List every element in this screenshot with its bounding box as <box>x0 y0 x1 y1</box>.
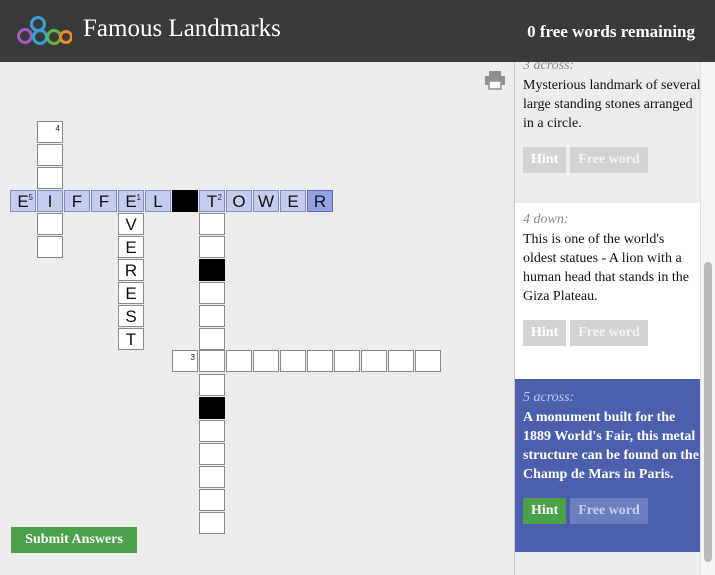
crossword-cell[interactable] <box>226 350 252 372</box>
clue-text: A monument built for the 1889 World's Fa… <box>523 410 699 482</box>
clue-number: 2 <box>217 193 222 202</box>
free-word-button[interactable]: Free word <box>570 498 648 524</box>
hint-button[interactable]: Hint <box>523 147 567 173</box>
clue-panel: 3 across: Mysterious landmark of several… <box>514 62 715 575</box>
crossword-cell[interactable] <box>415 350 441 372</box>
clue-number: 1 <box>136 193 141 202</box>
print-icon[interactable] <box>484 70 506 90</box>
crossword-cell[interactable]: E <box>118 282 144 304</box>
clue-text: Mysterious landmark of several large sta… <box>523 78 701 131</box>
crossword-cell[interactable]: S <box>118 305 144 327</box>
blocked-cell <box>172 190 198 212</box>
submit-answers-button[interactable]: Submit Answers <box>11 527 137 553</box>
cell-letter: S <box>125 307 137 326</box>
crossword-cell[interactable]: E5 <box>10 190 36 212</box>
logo-icon <box>17 16 72 45</box>
free-word-button[interactable]: Free word <box>570 320 648 346</box>
crossword-cell[interactable] <box>280 350 306 372</box>
clue-number: 4 <box>55 124 60 133</box>
crossword-cell[interactable]: E1 <box>118 190 144 212</box>
crossword-cell[interactable] <box>37 144 63 166</box>
cell-letter: T <box>125 330 137 349</box>
crossword-cell[interactable] <box>253 350 279 372</box>
crossword-cell-active[interactable]: R <box>307 190 333 212</box>
crossword-cell[interactable]: E <box>118 236 144 258</box>
crossword-board <box>0 62 514 575</box>
blocked-cell <box>199 259 225 281</box>
crossword-cell[interactable]: L <box>145 190 171 212</box>
crossword-cell[interactable]: 3 <box>172 350 198 372</box>
crossword-cell[interactable]: O <box>226 190 252 212</box>
cell-letter: R <box>313 192 327 211</box>
cell-letter: V <box>125 215 137 234</box>
crossword-cell[interactable] <box>199 213 225 235</box>
crossword-cell[interactable] <box>199 443 225 465</box>
cell-letter: T <box>206 192 218 211</box>
cell-letter: F <box>71 192 83 211</box>
blocked-cell <box>199 397 225 419</box>
crossword-cell[interactable] <box>37 213 63 235</box>
crossword-cell[interactable] <box>199 420 225 442</box>
clue-3-across[interactable]: 3 across: Mysterious landmark of several… <box>515 62 701 203</box>
scroll-thumb[interactable] <box>704 262 712 562</box>
crossword-cell[interactable] <box>199 282 225 304</box>
crossword-cell[interactable]: 4 <box>37 121 63 143</box>
crossword-cell[interactable]: F <box>64 190 90 212</box>
clue-label: 4 down: <box>523 212 569 227</box>
clue-scrollbar[interactable] <box>700 62 715 575</box>
crossword-cell[interactable]: E <box>280 190 306 212</box>
crossword-cell[interactable] <box>361 350 387 372</box>
crossword-cell[interactable] <box>37 236 63 258</box>
crossword-cell[interactable] <box>199 374 225 396</box>
cell-letter: E <box>125 284 137 303</box>
crossword-cell[interactable] <box>199 489 225 511</box>
free-words-counter: 0 free words remaining <box>527 22 695 41</box>
clue-number: 3 <box>190 353 195 362</box>
crossword-cell[interactable]: W <box>253 190 279 212</box>
crossword-cell[interactable] <box>388 350 414 372</box>
cell-letter: F <box>98 192 110 211</box>
crossword-cell[interactable] <box>199 305 225 327</box>
crossword-cell[interactable] <box>199 512 225 534</box>
clue-number: 5 <box>28 193 33 202</box>
cell-letter: I <box>47 192 53 211</box>
cell-letter: E <box>17 192 29 211</box>
crossword-cell[interactable] <box>199 350 225 372</box>
cell-letter: L <box>153 192 163 211</box>
crossword-cell[interactable] <box>199 328 225 350</box>
crossword-cell[interactable] <box>199 466 225 488</box>
crossword-cell[interactable] <box>334 350 360 372</box>
clue-4-down[interactable]: 4 down: This is one of the world's oldes… <box>515 203 701 379</box>
clue-text: This is one of the world's oldest statue… <box>523 232 690 304</box>
crossword-cell[interactable]: I <box>37 190 63 212</box>
crossword-cell[interactable]: F <box>91 190 117 212</box>
crossword-cell[interactable] <box>37 167 63 189</box>
cell-letter: R <box>124 261 138 280</box>
cell-letter: E <box>125 238 137 257</box>
crossword-cell[interactable] <box>307 350 333 372</box>
clue-label: 5 across: <box>523 390 575 405</box>
crossword-cell[interactable] <box>199 236 225 258</box>
clue-5-across[interactable]: 5 across: A monument built for the 1889 … <box>515 379 701 552</box>
cell-letter: O <box>232 192 246 211</box>
crossword-cell[interactable]: R <box>118 259 144 281</box>
cell-letter: E <box>287 192 299 211</box>
crossword-cell[interactable]: T2 <box>199 190 225 212</box>
hint-button[interactable]: Hint <box>523 320 567 346</box>
app-header: Famous Landmarks 0 free words remaining <box>0 0 715 62</box>
crossword-cell[interactable]: T <box>118 328 144 350</box>
cell-letter: W <box>257 192 275 211</box>
cell-letter: E <box>125 192 137 211</box>
page-title: Famous Landmarks <box>83 15 281 42</box>
crossword-cell[interactable]: V <box>118 213 144 235</box>
free-word-button[interactable]: Free word <box>570 147 648 173</box>
clue-label: 3 across: <box>523 62 575 73</box>
hint-button[interactable]: Hint <box>523 498 567 524</box>
